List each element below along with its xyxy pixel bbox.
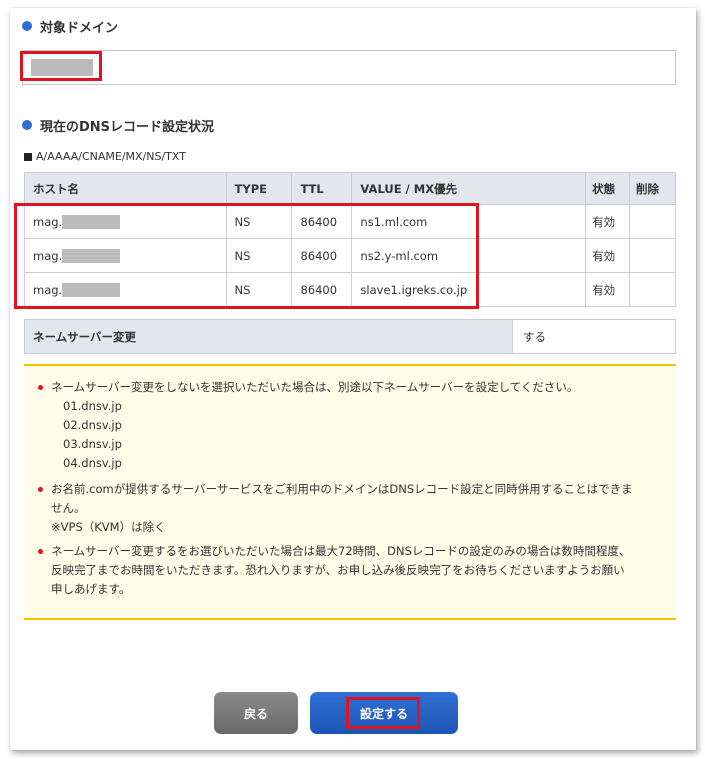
table-header-row: ホスト名 TYPE TTL VALUE / MX優先 状態 削除	[24, 172, 676, 205]
dns-section-title: 現在のDNSレコード設定状況	[22, 115, 214, 135]
notice-item: お名前.comが提供するサーバーサービスをご利用中のドメインはDNSレコード設定…	[38, 480, 662, 537]
status-cell: 有効	[585, 238, 631, 273]
nameserver-item: 04.dnsv.jp	[63, 456, 122, 470]
highlight-domain-frame	[20, 51, 102, 81]
domain-display	[22, 50, 676, 85]
status-cell: 有効	[585, 204, 631, 239]
notice-text: ネームサーバー変更するをお選びいただいた場合は最大72時間、DNSレコードの設定…	[51, 544, 631, 558]
highlight-submit-frame	[346, 697, 420, 729]
delete-cell	[629, 238, 676, 273]
notice-item: ネームサーバー変更するをお選びいただいた場合は最大72時間、DNSレコードの設定…	[38, 542, 662, 599]
highlight-records-frame	[14, 203, 479, 309]
domain-section-title: 対象ドメイン	[22, 16, 118, 36]
col-ttl: TTL	[291, 172, 353, 205]
record-types-label: A/AAAA/CNAME/MX/NS/TXT	[24, 150, 186, 163]
col-type: TYPE	[225, 172, 293, 205]
nameserver-change-label: ネームサーバー変更	[25, 320, 513, 353]
notice-bullet-icon	[38, 549, 43, 554]
notice-text: 申しあげます。	[51, 582, 131, 596]
notice-text: ※VPS（KVM）は除く	[51, 520, 166, 534]
nameserver-item: 03.dnsv.jp	[63, 437, 122, 451]
notice-bullet-icon	[38, 487, 43, 492]
record-types-text: A/AAAA/CNAME/MX/NS/TXT	[36, 150, 186, 163]
col-status: 状態	[585, 172, 631, 205]
nameserver-list: 01.dnsv.jp 02.dnsv.jp 03.dnsv.jp 04.dnsv…	[51, 397, 662, 473]
delete-cell	[629, 272, 676, 307]
notice-bullet-icon	[38, 385, 43, 390]
col-value: VALUE / MX優先	[351, 172, 587, 205]
col-delete: 削除	[629, 172, 676, 205]
nameserver-item: 02.dnsv.jp	[63, 418, 122, 432]
delete-cell	[629, 204, 676, 239]
square-bullet-icon	[24, 152, 32, 161]
status-cell: 有効	[585, 272, 631, 307]
back-button[interactable]: 戻る	[214, 692, 298, 734]
section-bullet-icon	[22, 120, 32, 130]
notice-text: 反映完了までお時間をいただきます。恐れ入りますが、お申し込み後反映完了をお待ちく…	[51, 563, 625, 577]
nameserver-change-value: する	[513, 320, 675, 353]
notice-text: ネームサーバー変更をしないを選択いただいた場合は、別途以下ネームサーバーを設定し…	[51, 380, 579, 394]
nameserver-change-row: ネームサーバー変更 する	[24, 319, 676, 354]
dns-section-title-text: 現在のDNSレコード設定状況	[40, 119, 215, 135]
col-host: ホスト名	[24, 172, 227, 205]
section-bullet-icon	[22, 21, 32, 31]
notice-text: せん。	[51, 501, 86, 515]
notice-item: ネームサーバー変更をしないを選択いただいた場合は、別途以下ネームサーバーを設定し…	[38, 378, 662, 473]
notice-text: お名前.comが提供するサーバーサービスをご利用中のドメインはDNSレコード設定…	[51, 482, 633, 496]
nameserver-item: 01.dnsv.jp	[63, 399, 122, 413]
domain-section-title-text: 対象ドメイン	[40, 20, 119, 36]
notice-box: ネームサーバー変更をしないを選択いただいた場合は、別途以下ネームサーバーを設定し…	[24, 364, 676, 620]
